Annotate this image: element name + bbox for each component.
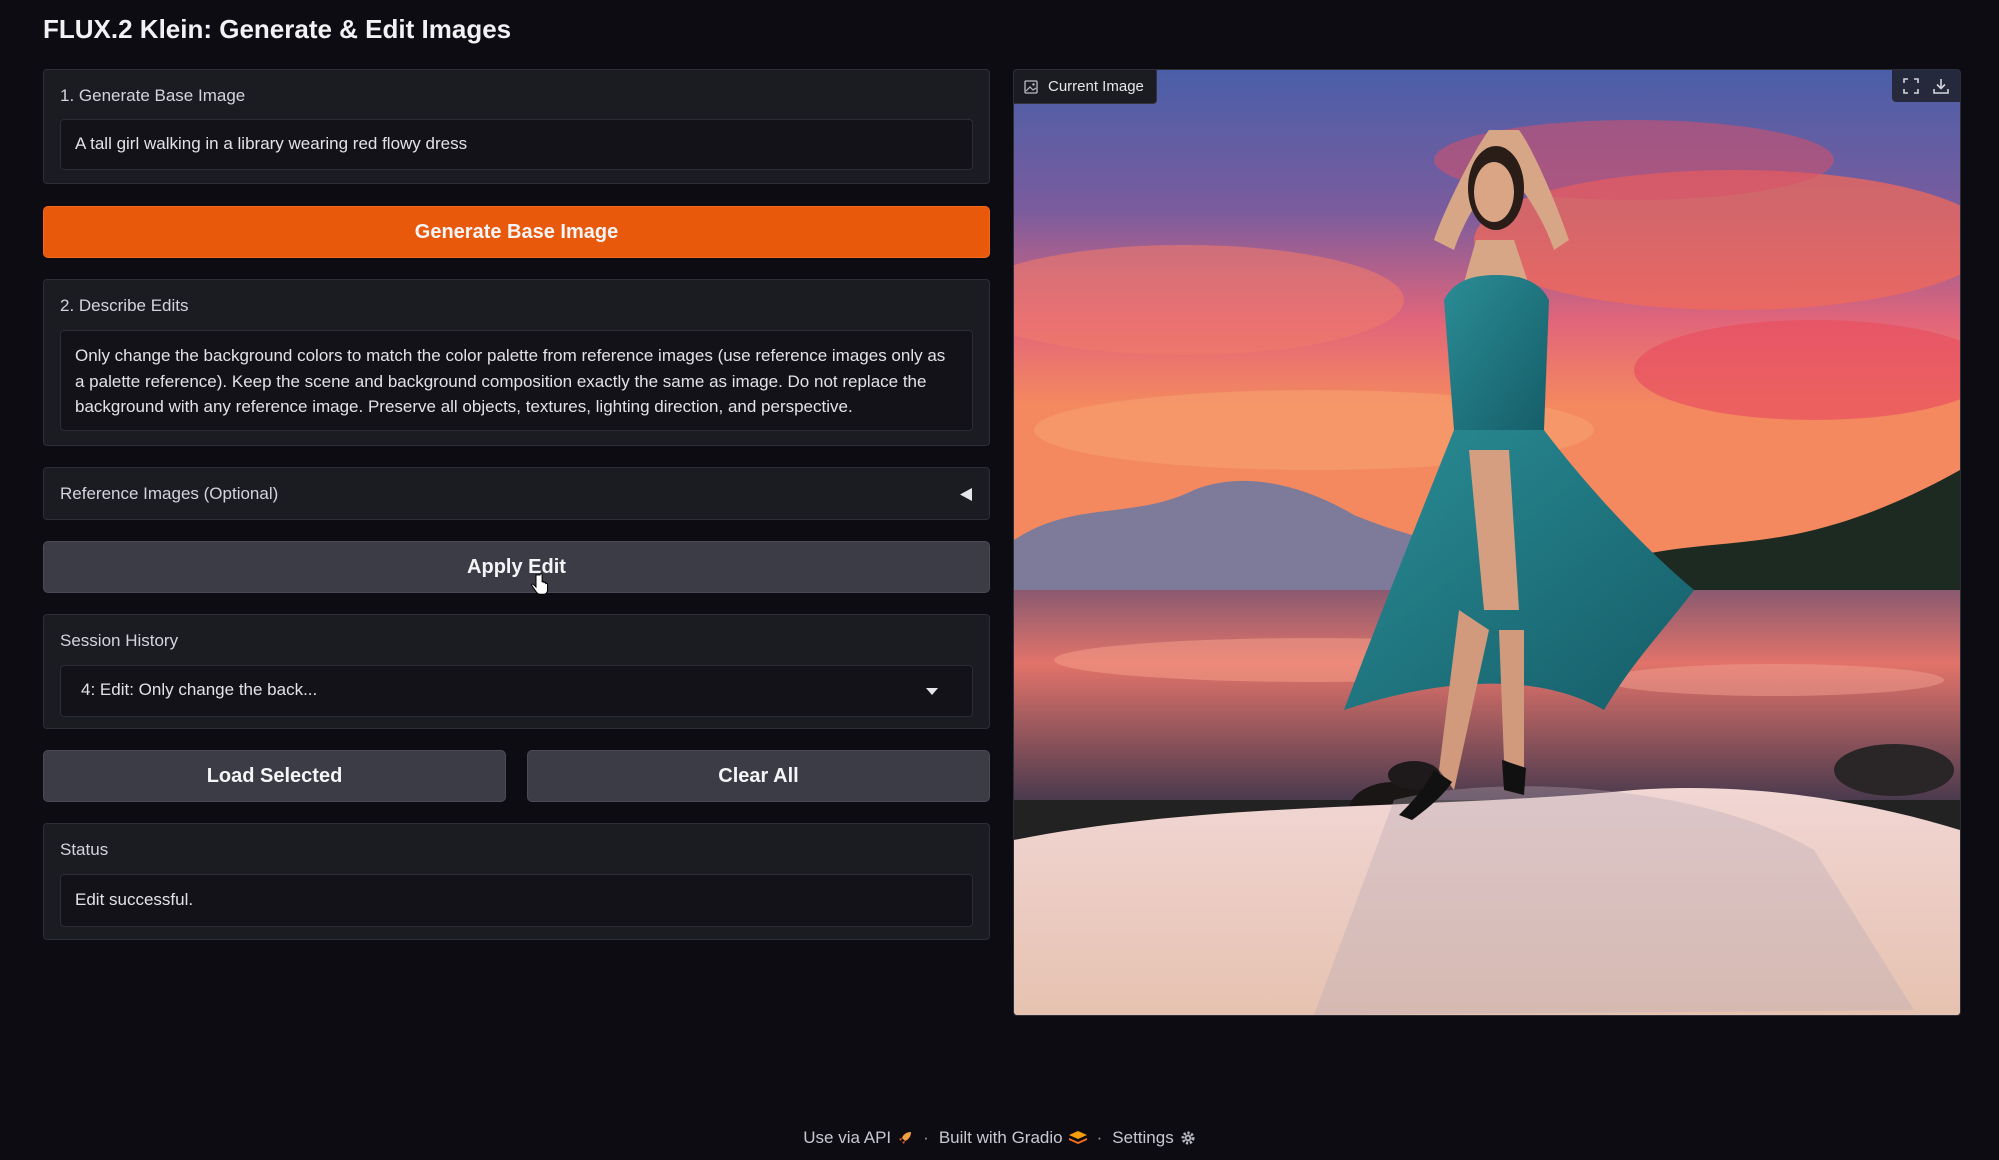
edits-label: 2. Describe Edits (60, 296, 189, 315)
image-toolbar (1892, 70, 1960, 102)
use-via-api-link[interactable]: Use via API (803, 1128, 913, 1148)
edits-textarea[interactable]: Only change the background colors to mat… (60, 330, 973, 431)
clear-all-button[interactable]: Clear All (527, 750, 990, 802)
history-selected: 4: Edit: Only change the back... (81, 680, 318, 699)
footer-separator: · (923, 1128, 929, 1147)
current-image-label: Current Image (1014, 70, 1157, 104)
built-with-gradio-link[interactable]: Built with Gradio (939, 1128, 1087, 1148)
built-with-gradio-label: Built with Gradio (938, 1128, 1063, 1147)
footer-separator: · (1096, 1128, 1103, 1147)
history-dropdown[interactable]: 4: Edit: Only change the back... (60, 665, 973, 717)
reference-label: Reference Images (Optional) (60, 484, 279, 503)
status-field: Edit successful. (60, 874, 973, 927)
status-label: Status (60, 840, 109, 859)
page-title: FLUX.2 Klein: Generate & Edit Images (43, 14, 512, 44)
status-panel: Status Edit successful. (43, 823, 990, 940)
footer: Use via API · Built with Gradio · Settin… (0, 1128, 1999, 1148)
image-icon (1024, 79, 1038, 94)
generate-panel: 1. Generate Base Image A tall girl walki… (43, 69, 990, 184)
history-label: Session History (60, 631, 179, 650)
session-history-panel: Session History 4: Edit: Only change the… (43, 614, 990, 729)
fullscreen-icon[interactable] (1898, 73, 1924, 99)
prompt-text: A tall girl walking in a library wearing… (75, 134, 468, 153)
current-image-panel: Current Image (1013, 69, 1961, 1016)
chevron-down-icon (926, 688, 938, 695)
edits-panel: 2. Describe Edits Only change the backgr… (43, 279, 990, 446)
use-via-api-label: Use via API (803, 1128, 892, 1147)
settings-label: Settings (1112, 1128, 1174, 1147)
triangle-left-icon (960, 488, 972, 501)
cursor-icon (531, 573, 548, 595)
generate-label: 1. Generate Base Image (60, 86, 246, 105)
gear-icon (1181, 1131, 1195, 1145)
current-image-title: Current Image (1048, 78, 1144, 95)
load-selected-button[interactable]: Load Selected (43, 750, 506, 802)
generated-image (1014, 70, 1960, 1015)
apply-edit-button[interactable]: Apply Edit (43, 541, 990, 593)
generate-base-image-button[interactable]: Generate Base Image (43, 206, 990, 258)
prompt-input[interactable]: A tall girl walking in a library wearing… (60, 119, 973, 170)
reference-images-accordion[interactable]: Reference Images (Optional) (43, 467, 990, 520)
gradio-logo-icon (1068, 1131, 1087, 1144)
edits-text: Only change the background colors to mat… (75, 346, 946, 416)
status-text: Edit successful. (75, 890, 194, 909)
download-icon[interactable] (1928, 73, 1954, 99)
rocket-icon (899, 1132, 912, 1144)
settings-link[interactable]: Settings (1112, 1128, 1195, 1148)
